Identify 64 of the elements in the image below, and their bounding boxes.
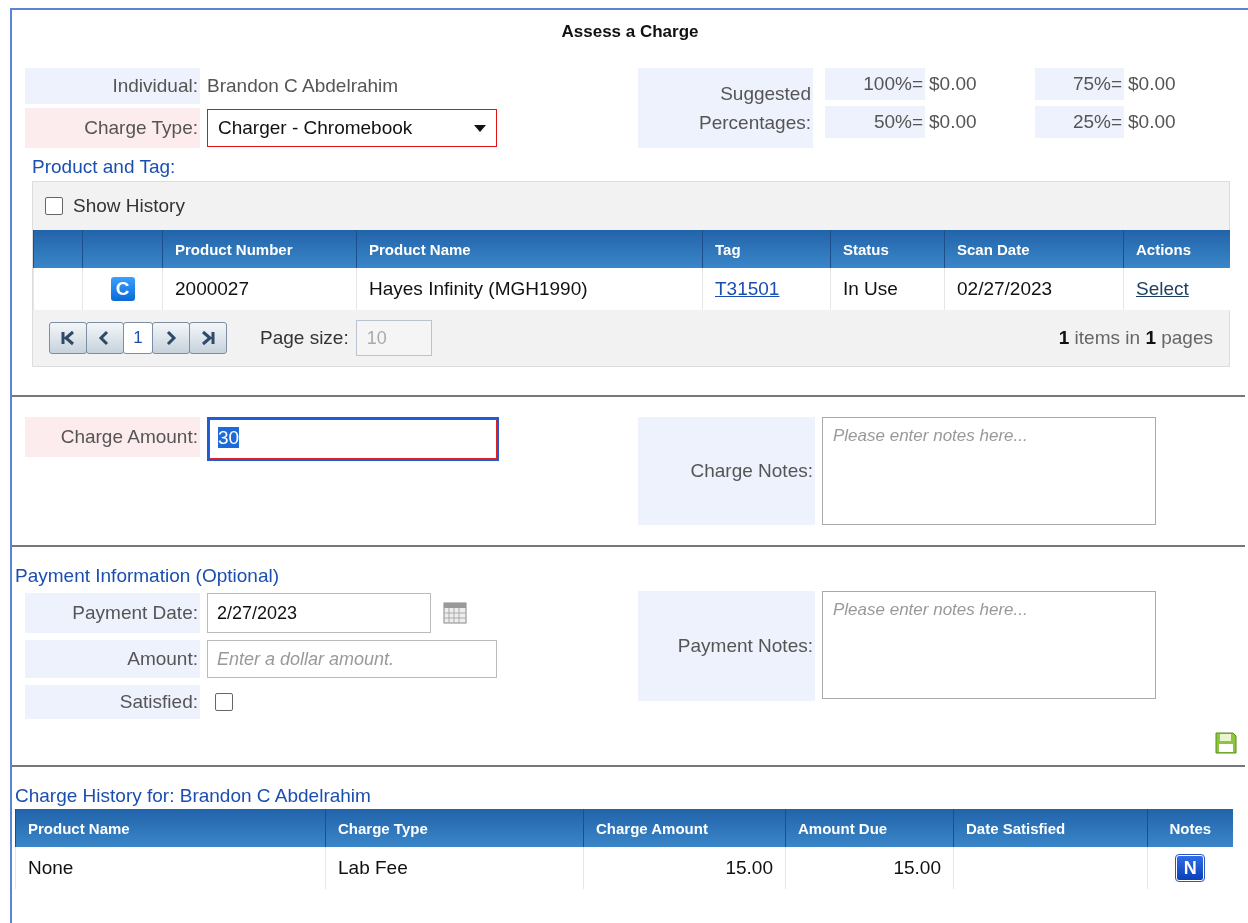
individual-name: Brandon C Abdelrahim [207, 75, 399, 97]
column-header: Charge Type [325, 809, 584, 847]
amount-field[interactable]: Enter a dollar amount. [207, 640, 497, 678]
first-page-icon [59, 329, 77, 347]
save-icon[interactable] [1214, 731, 1238, 755]
previous-page-button[interactable] [86, 322, 124, 354]
percentage-value: $0.00 [1128, 111, 1176, 133]
field-label: Charge Type: [25, 108, 200, 148]
pager-summary: 1 items in 1 pages [1058, 327, 1213, 349]
page-button[interactable]: 1 [123, 322, 153, 354]
payment-date-field[interactable]: 2/27/2023 [207, 593, 431, 633]
percentage-value: $0.00 [929, 111, 977, 133]
caret-icon [474, 124, 486, 132]
charge-amount-field[interactable]: 30 [207, 417, 499, 461]
checkbox-label: Show History [73, 195, 185, 217]
last-page-icon [199, 329, 217, 347]
category-badge: C [110, 277, 135, 301]
charge-notes-field[interactable]: Please enter notes here... [822, 417, 1156, 525]
column-header: Product Name [15, 809, 326, 847]
table-cell: 2000027 [162, 268, 357, 310]
column-header: Product Number [162, 230, 357, 268]
charge-type-dropdown[interactable]: Charger - Chromebook [207, 109, 497, 147]
table-cell: 02/27/2023 [944, 268, 1124, 310]
column-header: Amount Due [785, 809, 954, 847]
section-title: Product and Tag: [32, 156, 176, 177]
section-title: Payment Information (Optional) [15, 565, 279, 586]
column-header: Actions [1123, 230, 1230, 268]
table-cell: 15.00 [785, 847, 954, 889]
field-label: Payment Date: [25, 593, 200, 633]
table-cell: None [15, 847, 326, 889]
table-cell: Lab Fee [325, 847, 584, 889]
column-header: Charge Amount [583, 809, 786, 847]
satisfied-checkbox[interactable] [215, 693, 233, 711]
table-cell: 15.00 [583, 847, 786, 889]
percentage-label: 25%= [1035, 106, 1124, 138]
column-header: Notes [1147, 809, 1233, 847]
field-label: Individual: [25, 68, 200, 104]
dialog-title: Assess a Charge [560, 21, 700, 43]
field-label: Amount: [25, 640, 200, 678]
percentage-label: 75%= [1035, 68, 1124, 100]
notes-button[interactable]: N [1176, 855, 1205, 881]
column-header: Status [830, 230, 945, 268]
percentage-value: $0.00 [1128, 73, 1176, 95]
field-label: Payment Notes: [638, 591, 815, 701]
page-size-label: Page size: [260, 327, 349, 349]
show-history-checkbox[interactable] [45, 197, 63, 215]
percentage-label: 100%= [825, 68, 925, 100]
field-label: Charge Notes: [638, 417, 815, 525]
table-cell: Hayes Infinity (MGH1990) [356, 268, 703, 310]
first-page-button[interactable] [49, 322, 87, 354]
next-page-button[interactable] [152, 322, 190, 354]
last-page-button[interactable] [189, 322, 227, 354]
column-header: Tag [702, 230, 831, 268]
field-label: Satisfied: [25, 685, 200, 719]
field-label: Charge Amount: [25, 417, 200, 457]
payment-notes-field[interactable]: Please enter notes here... [822, 591, 1156, 699]
column-header: Date Satisfied [953, 809, 1148, 847]
percentage-value: $0.00 [929, 73, 977, 95]
section-title: Charge History for: Brandon C Abdelrahim [15, 785, 371, 806]
field-label: Suggested Percentages: [638, 68, 813, 148]
column-header: Scan Date [944, 230, 1124, 268]
column-header: Product Name [356, 230, 703, 268]
percentage-label: 50%= [825, 106, 925, 138]
table-cell: In Use [830, 268, 945, 310]
